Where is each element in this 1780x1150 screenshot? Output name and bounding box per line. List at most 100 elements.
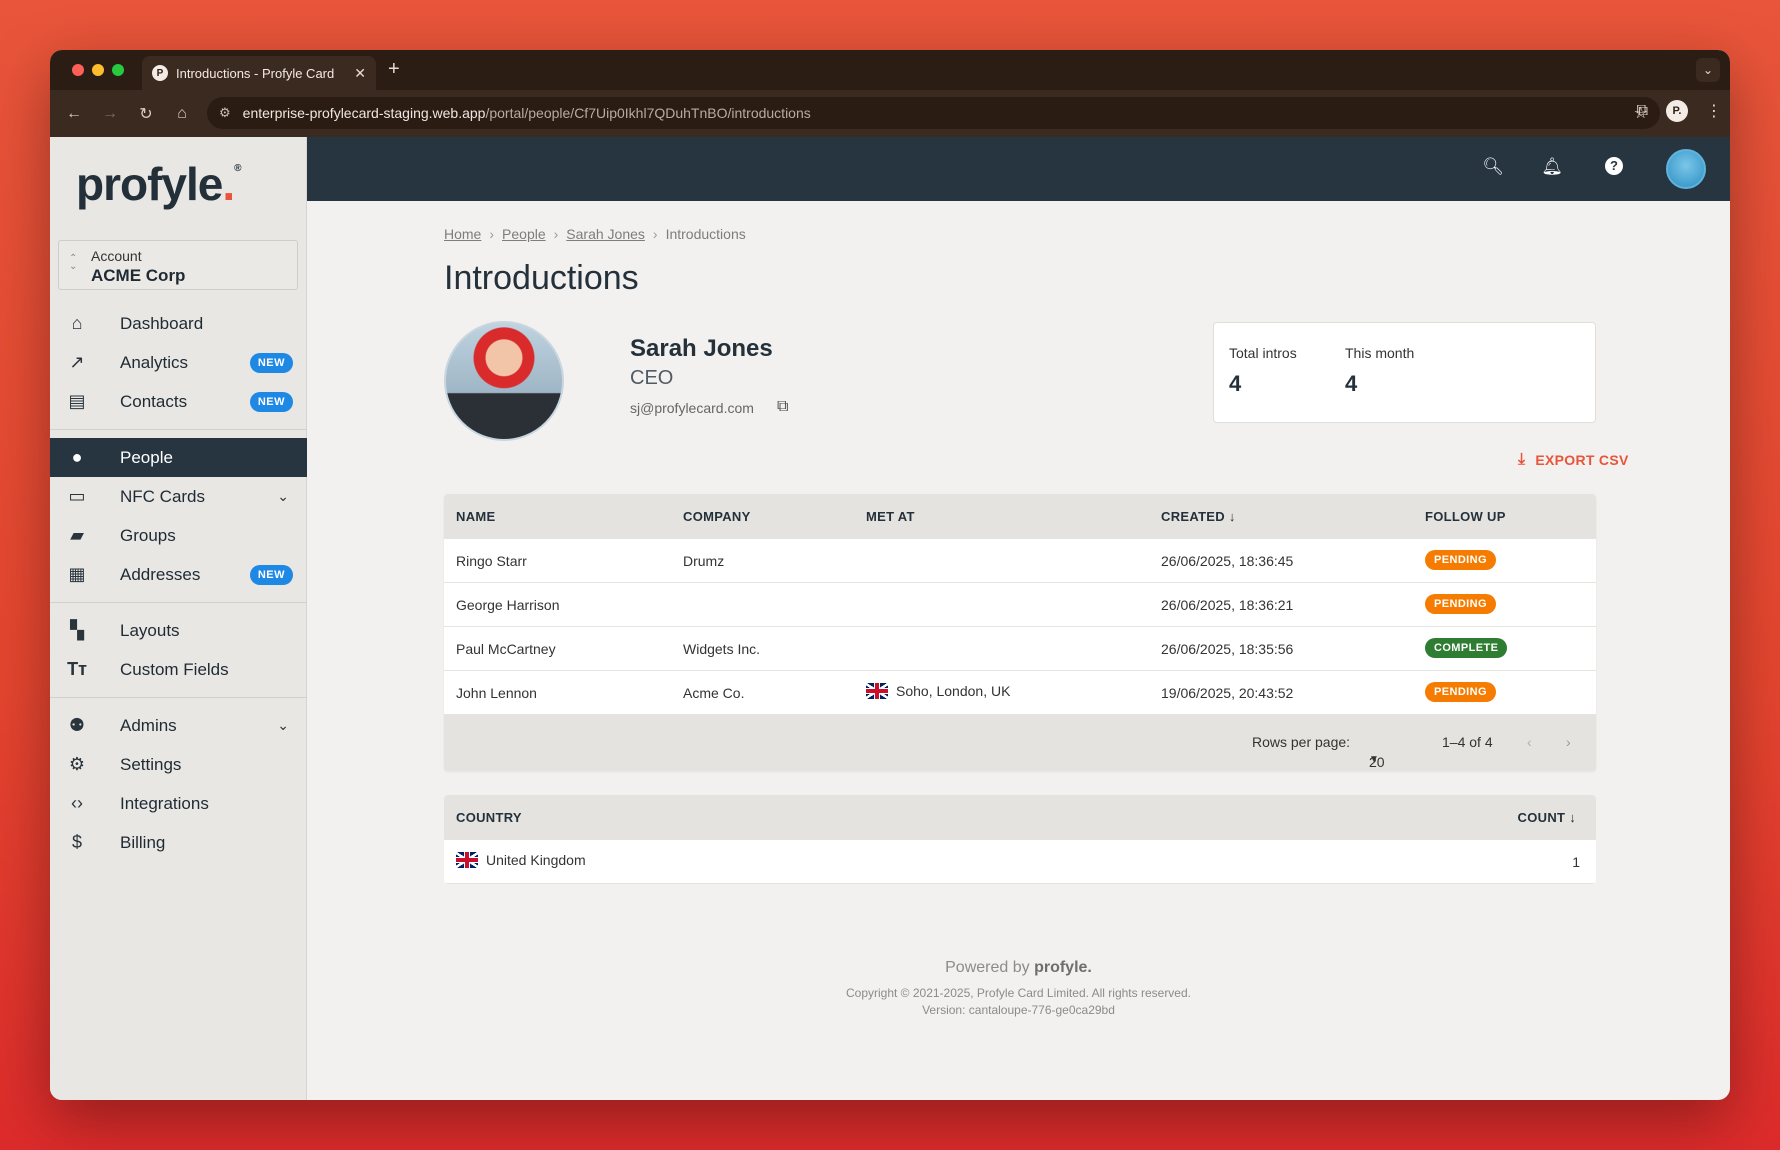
sidebar-item-nfc-cards[interactable]: ▭ NFC Cards ⌄: [50, 477, 307, 516]
search-icon[interactable]: 🔍︎: [1482, 157, 1504, 177]
table-row[interactable]: John Lennon Acme Co. Soho, London, UK 19…: [444, 670, 1596, 714]
sidebar-item-billing[interactable]: $ Billing: [50, 823, 307, 862]
download-icon: ⤓: [1518, 451, 1526, 468]
folder-shared-icon: ▰: [70, 525, 84, 545]
building-icon: ▦: [68, 564, 86, 584]
browser-profile-avatar[interactable]: P.: [1666, 100, 1688, 122]
main-content: Home › People › Sarah Jones › Introducti…: [307, 201, 1730, 1100]
window-controls: [72, 64, 124, 76]
sidebar-item-custom-fields[interactable]: Tт Custom Fields: [50, 650, 307, 689]
column-header-met-at[interactable]: MET AT: [866, 509, 915, 524]
profyle-logo[interactable]: profyle.®: [76, 157, 242, 211]
status-badge[interactable]: PENDING: [1425, 682, 1496, 702]
stat-month-value: 4: [1345, 371, 1358, 396]
person-avatar: [444, 321, 564, 441]
arrow-down-icon: ↓: [1228, 509, 1236, 524]
table-row[interactable]: Paul McCartney Widgets Inc. 26/06/2025, …: [444, 626, 1596, 670]
contacts-icon: ▤: [68, 391, 86, 411]
sidebar-item-admins[interactable]: ⚉ Admins ⌄: [50, 706, 307, 745]
tab-title: Introductions - Profyle Card: [176, 65, 335, 81]
column-header-created[interactable]: CREATED ↓: [1161, 509, 1236, 524]
table-row[interactable]: George Harrison 26/06/2025, 18:36:21 PEN…: [444, 582, 1596, 626]
chevron-down-icon[interactable]: ⌄: [277, 717, 289, 734]
new-badge: NEW: [249, 391, 293, 412]
browser-tab[interactable]: P Introductions - Profyle Card ✕: [142, 56, 376, 90]
column-header-count[interactable]: COUNT ↓: [1518, 810, 1576, 825]
sidebar-item-label: Addresses: [120, 564, 201, 584]
breadcrumb-separator: ›: [489, 226, 495, 242]
close-window-button[interactable]: [72, 64, 84, 76]
sidebar-item-addresses[interactable]: ▦ Addresses NEW: [50, 555, 307, 594]
column-header-company[interactable]: COMPANY: [683, 509, 751, 524]
table-row[interactable]: United Kingdom 1: [444, 839, 1596, 883]
breadcrumb-people[interactable]: People: [502, 226, 546, 242]
sidebar-item-label: NFC Cards: [120, 486, 206, 506]
sidebar-item-label: Layouts: [120, 620, 180, 640]
tab-search-button[interactable]: ⌄: [1696, 58, 1720, 82]
sidebar-item-layouts[interactable]: ▚ Layouts: [50, 611, 307, 650]
new-tab-button[interactable]: +: [388, 58, 400, 81]
tab-close-icon[interactable]: ✕: [354, 65, 366, 82]
page-footer: Powered by profyle. Copyright © 2021-202…: [307, 959, 1730, 1019]
minimize-window-button[interactable]: [92, 64, 104, 76]
top-app-bar: 🔍︎ 🔔︎ ?: [307, 137, 1730, 201]
sidebar-item-integrations[interactable]: ‹› Integrations: [50, 784, 307, 823]
cell-name: Paul McCartney: [456, 641, 556, 657]
stats-card: Total intros 4 This month 4: [1213, 322, 1596, 423]
browser-window: P Introductions - Profyle Card ✕ + ⌄ ← →…: [50, 50, 1730, 1100]
forward-icon[interactable]: →: [92, 105, 128, 123]
copyright-text: Copyright © 2021-2025, Profyle Card Limi…: [845, 986, 1191, 1000]
column-header-name[interactable]: NAME: [456, 509, 495, 524]
extensions-icon[interactable]: ⧉: [1637, 102, 1648, 120]
stat-total: Total intros 4: [1229, 345, 1297, 397]
browser-menu-icon[interactable]: ⋮: [1706, 101, 1722, 121]
code-icon: ‹›: [71, 793, 83, 813]
help-icon[interactable]: ?: [1605, 157, 1623, 175]
sidebar-item-groups[interactable]: ▰ Groups: [50, 516, 307, 555]
status-badge[interactable]: PENDING: [1425, 550, 1496, 570]
column-header-follow-up[interactable]: FOLLOW UP: [1425, 509, 1506, 524]
chevron-down-icon[interactable]: ⌄: [277, 488, 289, 505]
bell-icon[interactable]: 🔔︎: [1541, 157, 1563, 177]
breadcrumb-home[interactable]: Home: [444, 226, 481, 242]
table-header: NAME COMPANY MET AT CREATED ↓ FOLLOW UP: [444, 494, 1596, 538]
version-text: Version: cantaloupe-776-ge0ca29bd: [922, 1003, 1115, 1017]
url-host: enterprise-profylecard-staging.web.app: [242, 105, 486, 121]
sidebar-item-label: Custom Fields: [120, 659, 229, 679]
sidebar: profyle.® ⌃ ⌄ Account ACME Corp ⌂ Dashboa…: [50, 137, 307, 1100]
pagination-range: 1–4 of 4: [1442, 734, 1493, 750]
dollar-icon: $: [71, 832, 82, 852]
introductions-table: NAME COMPANY MET AT CREATED ↓ FOLLOW UP …: [444, 494, 1596, 771]
account-value: ACME Corp: [91, 266, 186, 285]
cell-company: Drumz: [683, 553, 725, 569]
cell-name: George Harrison: [456, 597, 560, 613]
reload-icon[interactable]: ↻: [128, 104, 164, 124]
uk-flag-icon: [866, 683, 888, 699]
back-icon[interactable]: ←: [56, 105, 92, 123]
export-csv-button[interactable]: ⤓ EXPORT CSV: [1518, 451, 1629, 469]
status-badge[interactable]: PENDING: [1425, 594, 1496, 614]
sidebar-item-analytics[interactable]: ↗ Analytics NEW: [50, 343, 307, 382]
status-badge[interactable]: COMPLETE: [1425, 638, 1508, 658]
unfold-icon: ⌃ ⌄: [69, 253, 78, 272]
person-icon: ●: [71, 447, 83, 467]
sidebar-item-label: Analytics: [120, 352, 189, 372]
prev-page-icon[interactable]: ‹: [1527, 734, 1532, 750]
site-info-icon[interactable]: ⚙: [219, 105, 231, 121]
breadcrumb-separator: ›: [553, 226, 559, 242]
sidebar-item-people[interactable]: ● People: [50, 438, 307, 477]
url-field[interactable]: ⚙ enterprise-profylecard-staging.web.app…: [207, 97, 1660, 129]
account-selector[interactable]: ⌃ ⌄ Account ACME Corp: [58, 240, 298, 290]
sidebar-item-contacts[interactable]: ▤ Contacts NEW: [50, 382, 307, 421]
home-browser-icon[interactable]: ⌂: [164, 105, 200, 123]
sidebar-item-dashboard[interactable]: ⌂ Dashboard: [50, 304, 307, 343]
column-header-country[interactable]: COUNTRY: [456, 810, 522, 825]
table-row[interactable]: Ringo Starr Drumz 26/06/2025, 18:36:45 P…: [444, 538, 1596, 582]
copy-icon[interactable]: ⧉: [777, 398, 788, 416]
next-page-icon[interactable]: ›: [1566, 734, 1571, 750]
sidebar-item-settings[interactable]: ⚙ Settings: [50, 745, 307, 784]
maximize-window-button[interactable]: [112, 64, 124, 76]
breadcrumb-person[interactable]: Sarah Jones: [566, 226, 645, 242]
cell-name: John Lennon: [456, 685, 537, 701]
user-avatar[interactable]: [1666, 149, 1706, 189]
